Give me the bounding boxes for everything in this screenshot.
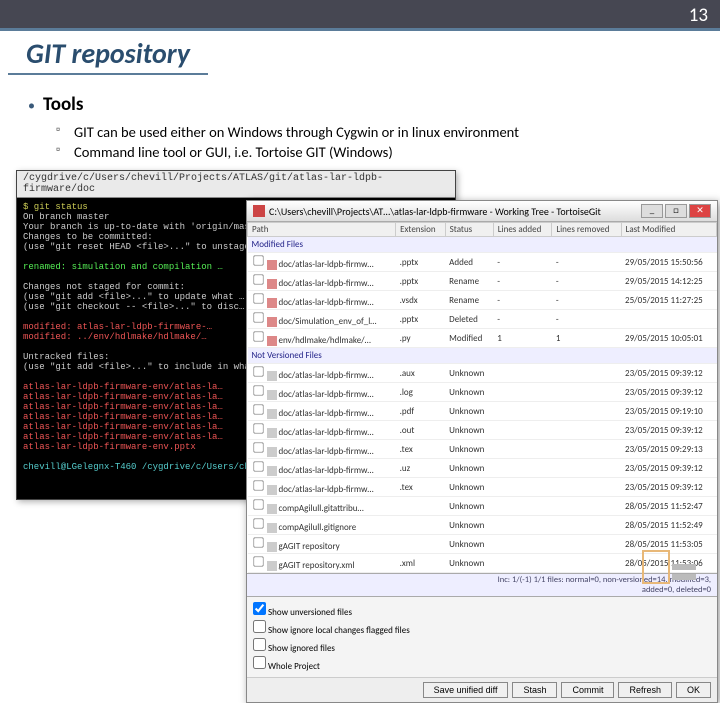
table-header-row: PathExtensionStatusLines addedLines remo…	[248, 223, 717, 237]
save-diff-button[interactable]: Save unified diff	[423, 682, 509, 698]
table-row[interactable]: doc/atlas-lar-ldpb-firmw….texUnknown23/0…	[248, 478, 717, 497]
maximize-button[interactable]: □	[665, 204, 687, 218]
section-bullet: • Tools	[28, 93, 692, 116]
table-row[interactable]: doc/atlas-lar-ldpb-firmw….pdfUnknown23/0…	[248, 402, 717, 421]
table-row[interactable]: doc/Simulation_env_of_l….pptxDeleted--	[248, 310, 717, 329]
window-title: C:\Users\chevill\Projects\AT…\atlas-lar-…	[269, 205, 601, 218]
commit-button[interactable]: Commit	[561, 682, 614, 698]
ok-button[interactable]: OK	[676, 682, 711, 698]
window-titlebar: C:\Users\chevill\Projects\AT…\atlas-lar-…	[247, 201, 717, 222]
slide-header-bar: 13	[0, 0, 720, 28]
table-row[interactable]: compAgilull.gitattribu…Unknown28/05/2015…	[248, 497, 717, 516]
page-number: 13	[689, 4, 708, 27]
deco-rect-icon	[642, 550, 670, 584]
minimize-button[interactable]: _	[641, 204, 663, 218]
table-row[interactable]: doc/atlas-lar-ldpb-firmw….uzUnknown23/05…	[248, 459, 717, 478]
tortoisegit-window: C:\Users\chevill\Projects\AT…\atlas-lar-…	[246, 200, 718, 703]
checkbox-ignore-local[interactable]: Show ignore local changes flagged files	[253, 619, 711, 637]
deco-bar-icon	[672, 564, 696, 570]
table-row[interactable]: doc/atlas-lar-ldpb-firmw….logUnknown23/0…	[248, 383, 717, 402]
bullet-dot-icon: •	[28, 97, 35, 114]
options-pane: Show unversioned files Show ignore local…	[247, 596, 717, 677]
refresh-button[interactable]: Refresh	[618, 682, 672, 698]
window-buttons: _ □ ✕	[641, 204, 711, 218]
table-row[interactable]: doc/atlas-lar-ldpb-firmw….vsdxRename--25…	[248, 291, 717, 310]
app-icon	[253, 205, 265, 217]
stash-button[interactable]: Stash	[512, 682, 557, 698]
checkbox-whole-project[interactable]: Whole Project	[253, 655, 711, 673]
section-heading: Tools	[43, 93, 83, 116]
checkbox-unversioned[interactable]: Show unversioned files	[253, 601, 711, 619]
deco-bar-icon	[672, 574, 696, 580]
slide-title: GIT repository	[8, 28, 208, 75]
button-bar: Save unified diff Stash Commit Refresh O…	[247, 677, 717, 702]
screenshots-area: /cygdrive/c/Users/chevill/Projects/ATLAS…	[16, 170, 712, 536]
checkbox-ignored[interactable]: Show ignored files	[253, 637, 711, 655]
table-row[interactable]: doc/atlas-lar-ldpb-firmw….outUnknown23/0…	[248, 421, 717, 440]
file-table: PathExtensionStatusLines addedLines remo…	[247, 222, 717, 573]
bullet-item: Command line tool or GUI, i.e. Tortoise …	[56, 142, 692, 162]
table-row[interactable]: doc/atlas-lar-ldpb-firmw….auxUnknown23/0…	[248, 364, 717, 383]
close-button[interactable]: ✕	[689, 204, 711, 218]
table-row[interactable]: doc/atlas-lar-ldpb-firmw….pptxAdded--29/…	[248, 253, 717, 272]
table-row[interactable]: doc/atlas-lar-ldpb-firmw….texUnknown23/0…	[248, 440, 717, 459]
content-area: • Tools GIT can be used either on Window…	[0, 75, 720, 177]
bullet-item: GIT can be used either on Windows throug…	[56, 122, 692, 142]
title-wrap: GIT repository	[0, 28, 720, 75]
terminal-titlebar: /cygdrive/c/Users/chevill/Projects/ATLAS…	[17, 171, 455, 198]
decorative-shapes	[638, 550, 698, 600]
table-row[interactable]: doc/atlas-lar-ldpb-firmw….pptxRename--29…	[248, 272, 717, 291]
table-row[interactable]: compAgilull.gitignoreUnknown28/05/2015 1…	[248, 516, 717, 535]
table-row[interactable]: env/hdlmake/hdlmake/….pyModified1129/05/…	[248, 329, 717, 348]
sub-bullets: GIT can be used either on Windows throug…	[28, 122, 692, 163]
table-body: Modified Filesdoc/atlas-lar-ldpb-firmw….…	[248, 237, 717, 573]
